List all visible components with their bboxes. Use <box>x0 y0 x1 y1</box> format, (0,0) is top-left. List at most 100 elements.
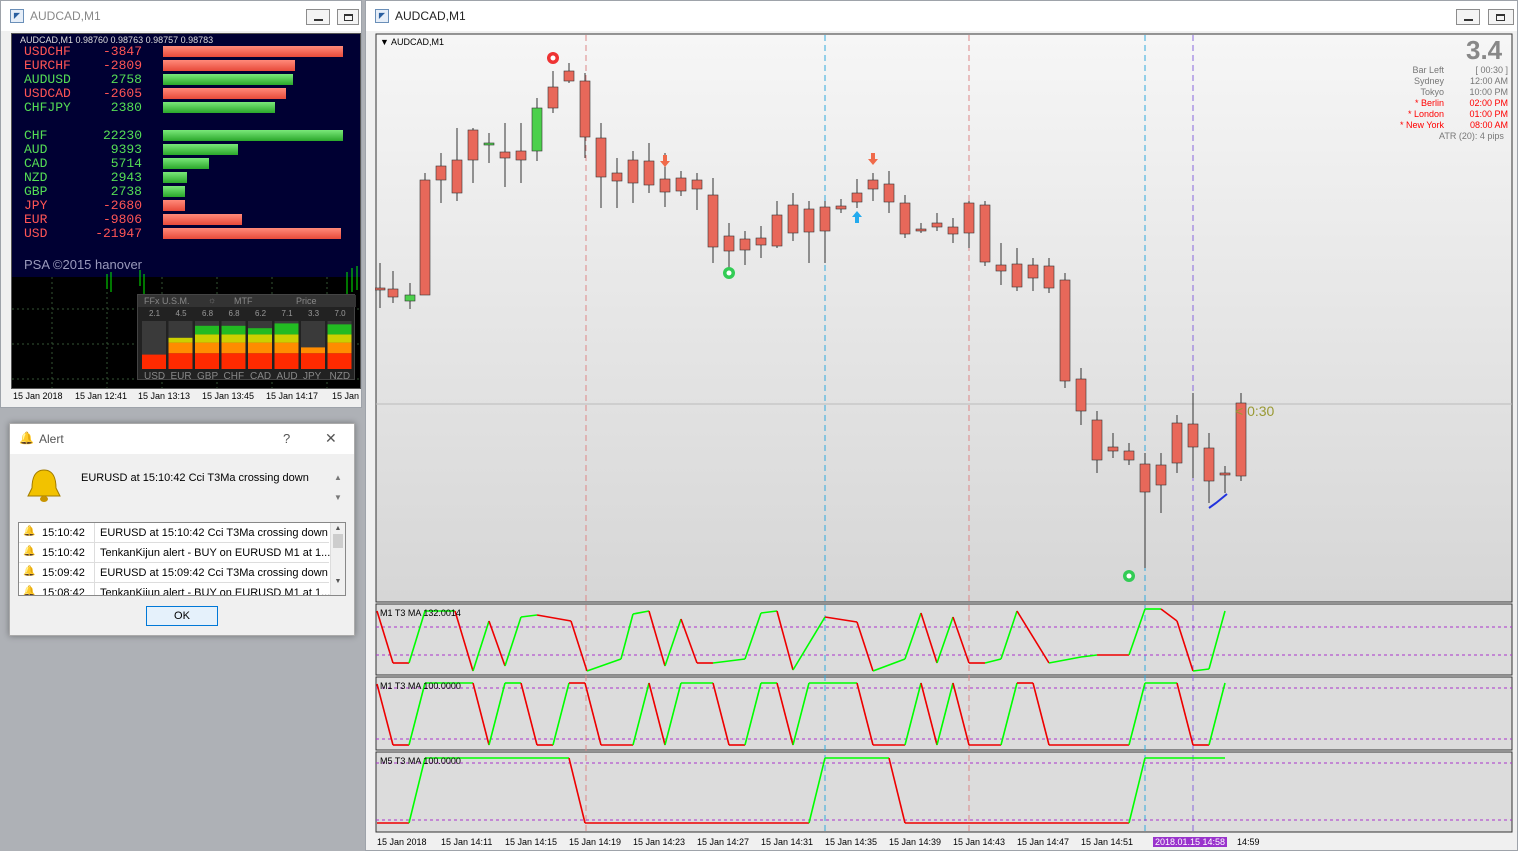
usm-value: 6.8 <box>229 309 241 318</box>
bearish-candle <box>579 80 591 138</box>
session-row: Sydney 12:00 AM <box>1376 76 1508 87</box>
maximize-button[interactable] <box>337 9 359 25</box>
usm-bar <box>327 342 352 354</box>
buy-signal-dot-icon <box>726 270 732 276</box>
list-scrollbar[interactable]: ▲ ▼ <box>330 523 345 595</box>
usm-bar <box>168 337 193 343</box>
usm-settings-icon[interactable]: ☼ <box>208 295 216 305</box>
time-label: 15 Jan 13:45 <box>202 391 255 401</box>
chart-menu-label[interactable]: ▼ AUDCAD,M1 <box>380 37 444 47</box>
alert-row-time: 15:10:42 <box>42 527 85 539</box>
alert-row[interactable]: 🔔 15:10:42 TenkanKijun alert - BUY on EURU… <box>19 543 330 563</box>
usm-bar <box>168 353 193 369</box>
alert-list[interactable]: 🔔 15:10:42 EURUSD at 15:10:42 Cci T3Ma cro… <box>18 522 346 596</box>
maximize-icon <box>344 14 353 21</box>
alert-row[interactable]: 🔔 15:10:42 EURUSD at 15:10:42 Cci T3Ma cro… <box>19 523 329 543</box>
alert-row[interactable]: 🔔 15:09:42 EURUSD at 15:09:42 Cci T3Ma cro… <box>19 563 329 583</box>
alert-row-text: EURUSD at 15:09:42 Cci T3Ma crossing dow… <box>100 567 328 579</box>
usm-bar <box>327 353 352 369</box>
close-button[interactable]: ✕ <box>325 430 337 447</box>
usm-bars: 2.1 USD 4.5 EUR 6.8 GBP 6.8 CHF 6.2 CAD 7.1 AUD 3.3 J… <box>142 309 352 381</box>
bearish-candle <box>1043 265 1055 289</box>
bearish-candle <box>611 172 623 182</box>
message-scrollbar[interactable]: ▲ ▼ <box>332 468 344 512</box>
alert-title-bar[interactable]: 🔔 Alert ? ✕ <box>10 424 354 454</box>
pair-name: CHFJPY <box>24 100 71 115</box>
main-title-bar[interactable]: ◤ AUDCAD,M1 <box>366 1 1517 31</box>
session-label: * London <box>1407 109 1444 119</box>
strength-bar <box>163 74 293 85</box>
bearish-candle <box>1219 472 1231 476</box>
minimize-button[interactable] <box>1456 9 1480 25</box>
bearish-candle <box>883 183 895 203</box>
minimize-icon <box>314 19 323 21</box>
pair-name: GBP <box>24 184 48 199</box>
time-label: 15 Jan 2018 <box>13 391 63 401</box>
usm-bar <box>327 334 352 343</box>
left-chart-area[interactable]: AUDCAD,M1 0.98760 0.98763 0.98757 0.9878… <box>11 33 361 389</box>
bearish-candle <box>451 159 463 194</box>
usm-bar <box>301 353 325 369</box>
alert-row-time: 15:08:42 <box>42 587 85 596</box>
strength-row: AUD 9393 <box>12 142 360 157</box>
bearish-candle <box>1155 464 1167 486</box>
usm-bar <box>221 325 246 335</box>
time-label: 15 Jan 14:27 <box>697 837 750 847</box>
bearish-candle <box>595 137 607 178</box>
session-row: * Berlin 02:00 PM <box>1376 98 1508 109</box>
pair-name: USD <box>24 226 48 241</box>
usm-bar <box>195 342 219 354</box>
bearish-candle <box>979 204 991 263</box>
bearish-candle <box>899 202 911 235</box>
strength-bar <box>163 144 238 155</box>
session-row: Bar Left [ 00:30 ] <box>1376 65 1508 76</box>
strength-bar <box>163 172 187 183</box>
usm-bar <box>327 324 352 335</box>
session-label: Sydney <box>1413 76 1444 86</box>
session-info: Bar Left [ 00:30 ] Sydney 12:00 AM Tokyo 10:0… <box>1376 65 1508 131</box>
help-button[interactable]: ? <box>283 431 290 446</box>
alert-row-text: EURUSD at 15:10:42 Cci T3Ma crossing dow… <box>100 527 328 539</box>
alert-row[interactable]: 🔔 15:08:42 TenkanKijun alert - BUY on EURU… <box>19 583 330 596</box>
time-label: 15 Jan 14:31 <box>761 837 814 847</box>
maximize-button[interactable] <box>1488 9 1514 25</box>
usm-currency: EUR <box>171 371 192 381</box>
session-row: Tokyo 10:00 PM <box>1376 87 1508 98</box>
strength-row: CHFJPY 2380 <box>12 100 360 115</box>
time-label: 15 Jan 14:51 <box>1081 837 1134 847</box>
pair-value: -2809 <box>102 58 142 73</box>
minimize-button[interactable] <box>306 9 330 25</box>
bearish-candle <box>947 226 959 235</box>
bearish-candle <box>643 160 655 186</box>
minimize-icon <box>1464 19 1473 21</box>
usm-price: Price <box>296 296 317 306</box>
bearish-candle <box>739 238 751 251</box>
session-label: * New York <box>1399 120 1444 130</box>
left-title-bar[interactable]: ◤ AUDCAD,M1 <box>1 1 361 31</box>
time-label: 14:59 <box>1237 837 1260 847</box>
bell-icon: 🔔 <box>23 526 36 537</box>
bearish-candle <box>931 222 943 228</box>
strength-row: EUR -9806 <box>12 212 360 227</box>
bearish-candle <box>963 202 975 234</box>
time-label: 15 Jan 14:39 <box>889 837 942 847</box>
ok-button[interactable]: OK <box>146 606 218 626</box>
strength-bar <box>163 102 275 113</box>
main-chart-svg[interactable] <box>375 33 1518 851</box>
strength-bar <box>163 228 341 239</box>
chart-window-icon: ◤ <box>375 9 389 23</box>
column-divider <box>94 523 95 543</box>
usm-bar <box>274 323 299 335</box>
bearish-candle <box>1139 463 1151 493</box>
strength-bar <box>163 158 209 169</box>
usm-bar <box>221 342 246 354</box>
chart-menu-icon: ▼ <box>380 37 389 47</box>
atr-value: 3.4 <box>1466 35 1503 65</box>
usm-bar <box>301 347 325 354</box>
atr-line: ATR (20): 4 pips <box>1439 131 1504 141</box>
bar-countdown: < 0:30 <box>1235 403 1275 419</box>
column-divider <box>94 563 95 583</box>
usm-bar <box>195 353 219 369</box>
bearish-candle <box>387 288 399 298</box>
pair-value: -2680 <box>102 198 142 213</box>
